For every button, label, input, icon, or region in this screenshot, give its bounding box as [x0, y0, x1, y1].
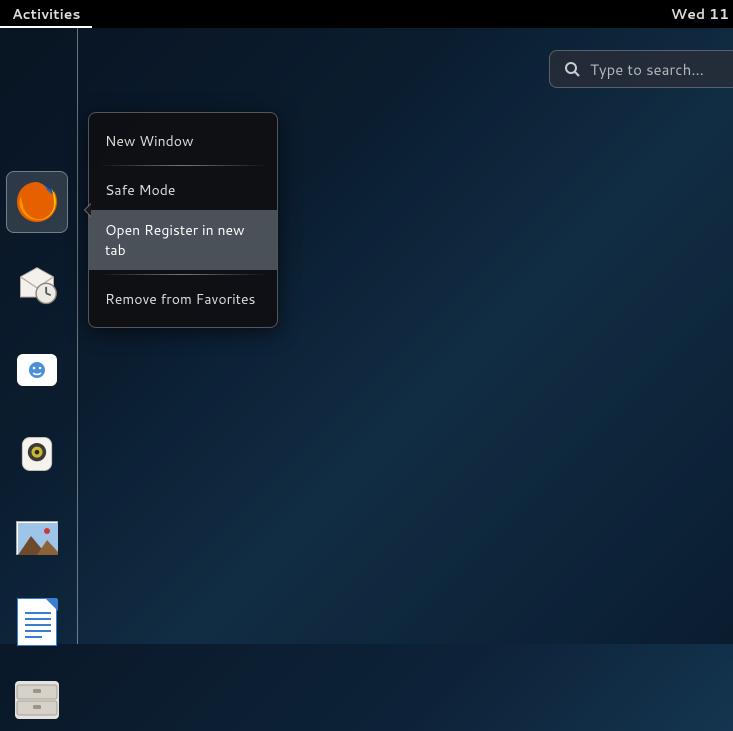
dash-item-empathy[interactable] [6, 339, 68, 401]
dash-item-shotwell[interactable] [6, 507, 68, 569]
dash-item-firefox[interactable] [6, 171, 68, 233]
clock-label: Wed 11 [671, 4, 729, 24]
menu-separator [99, 165, 267, 166]
rhythmbox-icon [13, 430, 61, 478]
menu-label: Safe Mode [105, 180, 175, 200]
libreoffice-writer-icon [13, 598, 61, 646]
top-panel: Activities Wed 11 [0, 0, 733, 28]
dash [0, 28, 78, 644]
firefox-icon [13, 178, 61, 226]
dash-item-evolution[interactable] [6, 255, 68, 317]
menu-item-safe-mode[interactable]: Safe Mode [89, 170, 277, 210]
activities-button[interactable]: Activities [0, 0, 92, 28]
clock[interactable]: Wed 11 [667, 4, 733, 24]
shotwell-icon [13, 514, 61, 562]
dash-item-rhythmbox[interactable] [6, 423, 68, 485]
files-icon [13, 676, 61, 724]
menu-item-new-window[interactable]: New Window [89, 121, 277, 161]
menu-separator [99, 274, 267, 275]
search-icon [564, 61, 580, 77]
context-menu: New Window Safe Mode Open Register in ne… [88, 112, 278, 328]
evolution-icon [13, 262, 61, 310]
dash-item-files[interactable] [6, 669, 68, 731]
empathy-icon [13, 346, 61, 394]
menu-label: Open Register in new tab [105, 220, 245, 260]
menu-item-remove-favorite[interactable]: Remove from Favorites [89, 279, 277, 319]
search-input[interactable]: Type to search... [549, 50, 733, 88]
menu-label: Remove from Favorites [105, 289, 255, 309]
search-placeholder: Type to search... [590, 59, 704, 80]
activities-label: Activities [12, 4, 80, 24]
menu-item-open-register[interactable]: Open Register in new tab [89, 210, 277, 270]
menu-label: New Window [105, 131, 194, 151]
